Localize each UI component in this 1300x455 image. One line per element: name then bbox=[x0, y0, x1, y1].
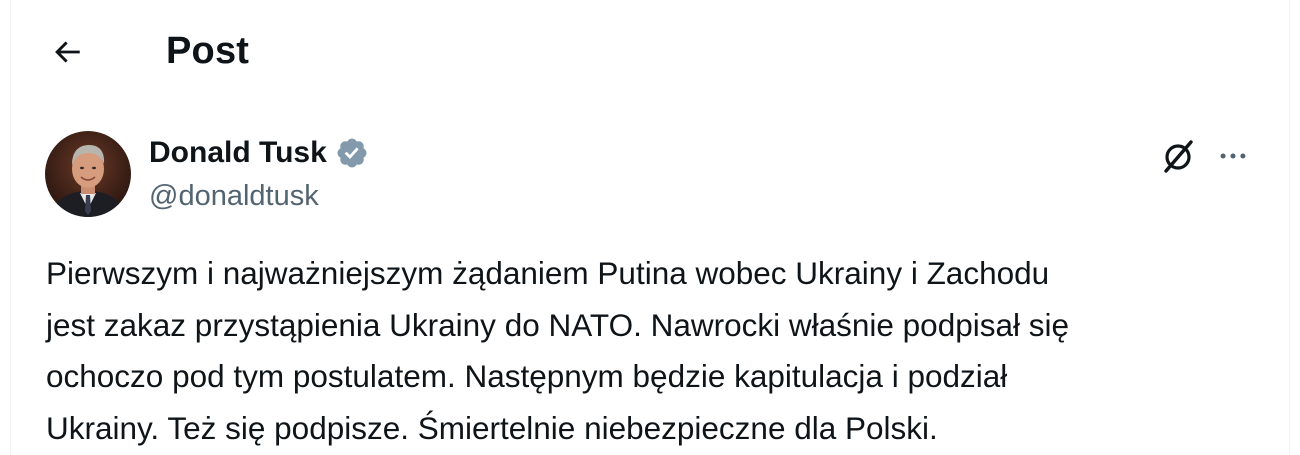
page-title: Post bbox=[166, 30, 250, 72]
avatar-photo bbox=[45, 131, 131, 217]
post-header: Post bbox=[11, 0, 1289, 100]
more-horizontal-icon bbox=[1220, 153, 1246, 159]
post-text-line: Ukrainy. Też się podpisze. Śmiertelnie n… bbox=[46, 409, 938, 446]
grok-icon bbox=[1164, 140, 1193, 173]
author-name-row[interactable]: Donald Tusk bbox=[149, 134, 369, 172]
post-text-line: jest zakaz przystąpienia Ukrainy do NATO… bbox=[46, 306, 1070, 343]
author-name: Donald Tusk bbox=[149, 136, 327, 169]
avatar[interactable] bbox=[45, 131, 131, 217]
arrow-left-icon bbox=[55, 41, 80, 63]
post-text: Pierwszym i najważniejszym żądaniem Puti… bbox=[46, 248, 1276, 454]
more-button[interactable] bbox=[1211, 134, 1255, 178]
grok-button[interactable] bbox=[1157, 134, 1201, 178]
post-text-line: ochoczo pod tym postulatem. Następnym bę… bbox=[46, 358, 1008, 394]
author-handle[interactable]: @donaldtusk bbox=[149, 178, 319, 214]
post-page: Post Donald Tusk @donaldtusk Pierwszym i… bbox=[10, 0, 1290, 455]
verified-badge-icon bbox=[335, 136, 369, 170]
back-button[interactable] bbox=[41, 26, 93, 78]
post-text-line: Pierwszym i najważniejszym żądaniem Puti… bbox=[46, 255, 1050, 291]
